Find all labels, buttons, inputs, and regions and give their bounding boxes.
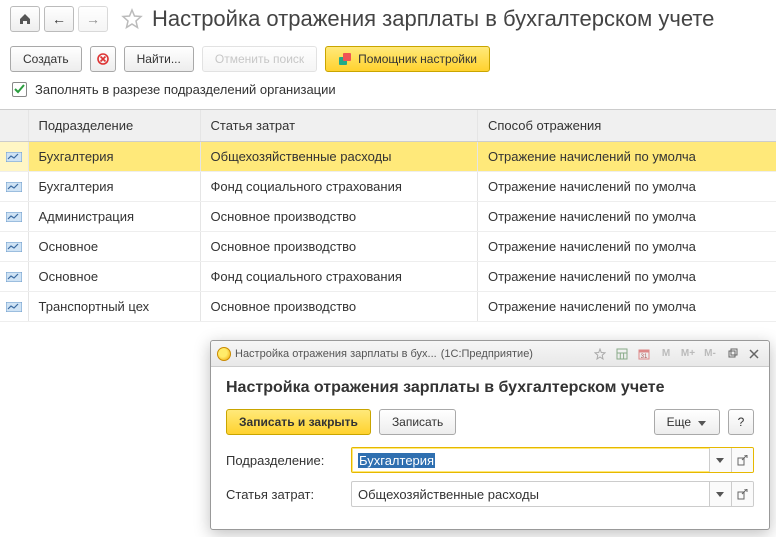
cell-cost: Фонд социального страхования	[200, 172, 477, 202]
cell-dept: Бухгалтерия	[28, 142, 200, 172]
cancel-search-button[interactable]: Отменить поиск	[202, 46, 317, 72]
save-close-button[interactable]: Записать и закрыть	[226, 409, 371, 435]
row-icon	[4, 272, 24, 282]
find-button[interactable]: Найти...	[124, 46, 194, 72]
create-button[interactable]: Создать	[10, 46, 82, 72]
col-method[interactable]: Способ отражения	[477, 110, 776, 142]
cell-method: Отражение начислений по умолча	[477, 202, 776, 232]
col-cost[interactable]: Статья затрат	[200, 110, 477, 142]
cost-open-button[interactable]	[731, 482, 753, 506]
titlebar-restore-icon[interactable]	[723, 345, 741, 363]
table-row[interactable]: БухгалтерияФонд социального страхованияО…	[0, 172, 776, 202]
wizard-button[interactable]: Помощник настройки	[325, 46, 490, 72]
cost-field[interactable]: Общехозяйственные расходы	[351, 481, 754, 507]
more-label: Еще	[667, 415, 691, 429]
dept-dropdown-button[interactable]	[709, 448, 731, 472]
chevron-down-icon	[716, 488, 726, 500]
dialog-window-title: Настройка отражения зарплаты в бух...	[235, 348, 437, 360]
cell-dept: Основное	[28, 232, 200, 262]
wizard-icon	[338, 52, 352, 66]
cost-dropdown-button[interactable]	[709, 482, 731, 506]
fill-by-dept-checkbox[interactable]	[12, 82, 27, 97]
dialog-heading: Настройка отражения зарплаты в бухгалтер…	[226, 379, 754, 397]
titlebar-calendar-icon[interactable]: 31	[635, 345, 653, 363]
cell-cost: Основное производство	[200, 202, 477, 232]
dept-field-value[interactable]: Бухгалтерия	[358, 453, 435, 468]
table-row[interactable]: Транспортный цехОсновное производствоОтр…	[0, 292, 776, 322]
cell-cost: Фонд социального страхования	[200, 262, 477, 292]
back-button[interactable]: ←	[44, 6, 74, 32]
chevron-down-icon	[697, 415, 707, 429]
cell-dept: Администрация	[28, 202, 200, 232]
row-icon	[4, 242, 24, 252]
home-button[interactable]	[10, 6, 40, 32]
favorite-star-icon[interactable]	[120, 7, 144, 31]
cell-cost: Основное производство	[200, 292, 477, 322]
table-row[interactable]: ОсновноеОсновное производствоОтражение н…	[0, 232, 776, 262]
titlebar-mminus-button[interactable]: M-	[701, 345, 719, 363]
dialog-window-app: (1С:Предприятие)	[441, 348, 533, 360]
cost-field-value[interactable]: Общехозяйственные расходы	[352, 482, 709, 506]
table-row[interactable]: ОсновноеФонд социального страхованияОтра…	[0, 262, 776, 292]
col-dept[interactable]: Подразделение	[28, 110, 200, 142]
save-button[interactable]: Записать	[379, 409, 456, 435]
svg-text:31: 31	[641, 354, 648, 360]
cell-dept: Бухгалтерия	[28, 172, 200, 202]
dialog-titlebar[interactable]: Настройка отражения зарплаты в бух... (1…	[211, 341, 769, 367]
col-icon[interactable]	[0, 110, 28, 142]
dept-open-button[interactable]	[731, 448, 753, 472]
table-row[interactable]: БухгалтерияОбщехозяйственные расходыОтра…	[0, 142, 776, 172]
cell-dept: Основное	[28, 262, 200, 292]
cell-method: Отражение начислений по умолча	[477, 172, 776, 202]
titlebar-calc-icon[interactable]	[613, 345, 631, 363]
table-row[interactable]: АдминистрацияОсновное производствоОтраже…	[0, 202, 776, 232]
cell-cost: Основное производство	[200, 232, 477, 262]
page-title: Настройка отражения зарплаты в бухгалтер…	[152, 6, 714, 32]
cell-dept: Транспортный цех	[28, 292, 200, 322]
cell-method: Отражение начислений по умолча	[477, 262, 776, 292]
cell-method: Отражение начислений по умолча	[477, 232, 776, 262]
cell-method: Отражение начислений по умолча	[477, 142, 776, 172]
row-icon	[4, 212, 24, 222]
dept-field-label: Подразделение:	[226, 453, 341, 468]
titlebar-mplus-button[interactable]: M+	[679, 345, 697, 363]
dept-field[interactable]: Бухгалтерия	[351, 447, 754, 473]
forward-button[interactable]: →	[78, 6, 108, 32]
row-icon	[4, 182, 24, 192]
more-button[interactable]: Еще	[654, 409, 720, 435]
help-button[interactable]: ?	[728, 409, 754, 435]
cell-method: Отражение начислений по умолча	[477, 292, 776, 322]
chevron-down-icon	[716, 454, 726, 466]
row-icon	[4, 302, 24, 312]
app-logo-icon	[217, 347, 231, 361]
titlebar-close-icon[interactable]	[745, 345, 763, 363]
row-icon	[4, 152, 24, 162]
wizard-label: Помощник настройки	[358, 52, 477, 66]
titlebar-m-button[interactable]: M	[657, 345, 675, 363]
cost-field-label: Статья затрат:	[226, 487, 341, 502]
fill-by-dept-label: Заполнять в разрезе подразделений органи…	[35, 82, 336, 97]
cell-cost: Общехозяйственные расходы	[200, 142, 477, 172]
titlebar-fav-icon[interactable]	[591, 345, 609, 363]
settings-table: Подразделение Статья затрат Способ отраж…	[0, 109, 776, 322]
delete-button[interactable]	[90, 46, 116, 72]
edit-dialog: Настройка отражения зарплаты в бух... (1…	[210, 340, 770, 530]
